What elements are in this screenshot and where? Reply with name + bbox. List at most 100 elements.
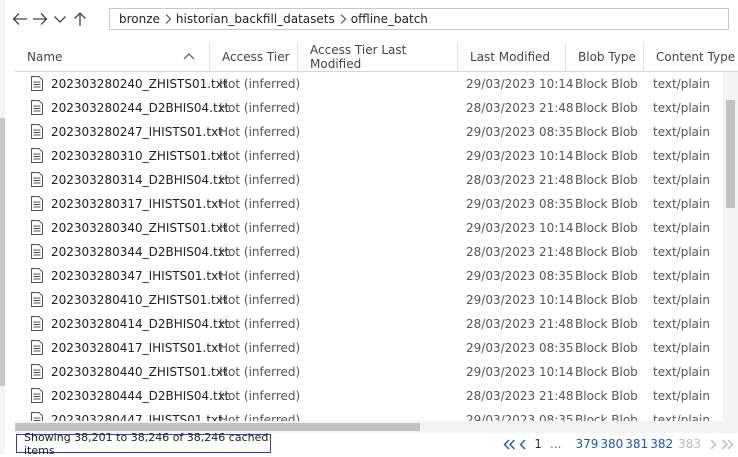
table-row[interactable]: 202303280240_ZHISTS01.txt Hot (inferred)… <box>15 72 723 96</box>
breadcrumb-separator[interactable] <box>160 13 176 25</box>
blob-type: Block Blob <box>575 341 638 355</box>
content-type: text/plain <box>653 221 710 235</box>
blob-type: Block Blob <box>575 173 638 187</box>
page-383-current: 383 <box>678 437 701 451</box>
page-1-link[interactable]: 1 <box>533 437 543 451</box>
prev-page-button[interactable] <box>516 439 530 450</box>
forward-button[interactable] <box>30 7 50 31</box>
status-text: Showing 38,201 to 38,246 of 38,246 cache… <box>16 431 271 457</box>
access-tier: Hot (inferred) <box>219 269 301 283</box>
access-tier: Hot (inferred) <box>219 101 301 115</box>
column-header-label: Name <box>27 50 63 64</box>
table-row[interactable]: 202303280444_D2BHIS04.txt Hot (inferred)… <box>15 384 723 408</box>
pagination: 1 ... 379 380 381 382 383 <box>502 435 734 453</box>
page-381-link[interactable]: 381 <box>624 437 649 451</box>
column-header-access-tier[interactable]: Access Tier <box>210 43 298 71</box>
access-tier: Hot (inferred) <box>219 149 301 163</box>
column-header-name[interactable]: Name <box>15 43 210 71</box>
file-name: 202303280444_D2BHIS04.txt <box>51 389 230 403</box>
table-row[interactable]: 202303280414_D2BHIS04.txt Hot (inferred)… <box>15 312 723 336</box>
file-name: 202303280244_D2BHIS04.txt <box>51 101 230 115</box>
file-icon <box>31 412 43 421</box>
last-modified: 29/03/2023 08:35 <box>466 197 574 211</box>
left-scroll-thumb[interactable] <box>0 118 5 386</box>
breadcrumb-separator[interactable] <box>335 13 351 25</box>
recent-locations-button[interactable] <box>50 7 70 31</box>
file-name: 202303280314_D2BHIS04.txt <box>51 173 230 187</box>
table-row[interactable]: 202303280440_ZHISTS01.txt Hot (inferred)… <box>15 360 723 384</box>
blob-list: 202303280240_ZHISTS01.txt Hot (inferred)… <box>15 72 723 421</box>
blob-type: Block Blob <box>575 317 638 331</box>
access-tier: Hot (inferred) <box>219 389 301 403</box>
table-row[interactable]: 202303280244_D2BHIS04.txt Hot (inferred)… <box>15 96 723 120</box>
breadcrumb[interactable]: bronze historian_backfill_datasets offli… <box>109 8 729 30</box>
up-button[interactable] <box>70 7 90 31</box>
last-modified: 28/03/2023 21:48 <box>466 389 574 403</box>
last-modified: 29/03/2023 10:14 <box>466 365 574 379</box>
content-type: text/plain <box>653 341 710 355</box>
table-row[interactable]: 202303280314_D2BHIS04.txt Hot (inferred)… <box>15 168 723 192</box>
content-type: text/plain <box>653 389 710 403</box>
access-tier: Hot (inferred) <box>219 125 301 139</box>
table-row[interactable]: 202303280347_IHISTS01.txt Hot (inferred)… <box>15 264 723 288</box>
access-tier: Hot (inferred) <box>219 245 301 259</box>
file-icon <box>31 196 43 211</box>
vertical-scrollbar[interactable] <box>723 72 738 421</box>
file-name: 202303280417_IHISTS01.txt <box>51 341 223 355</box>
file-name: 202303280347_IHISTS01.txt <box>51 269 223 283</box>
page-380-link[interactable]: 380 <box>599 437 624 451</box>
access-tier: Hot (inferred) <box>219 365 301 379</box>
table-row[interactable]: 202303280310_ZHISTS01.txt Hot (inferred)… <box>15 144 723 168</box>
back-button[interactable] <box>10 7 30 31</box>
column-header-content-type[interactable]: Content Type <box>644 43 738 71</box>
page-382-link[interactable]: 382 <box>649 437 674 451</box>
access-tier: Hot (inferred) <box>219 173 301 187</box>
last-modified: 29/03/2023 08:35 <box>466 341 574 355</box>
file-name: 202303280414_D2BHIS04.txt <box>51 317 230 331</box>
access-tier: Hot (inferred) <box>219 221 301 235</box>
breadcrumb-item-historian[interactable]: historian_backfill_datasets <box>176 12 335 26</box>
forward-arrow-icon <box>33 13 48 25</box>
vertical-scroll-thumb[interactable] <box>726 100 735 208</box>
first-page-button[interactable] <box>502 439 516 450</box>
table-row[interactable]: 202303280410_ZHISTS01.txt Hot (inferred)… <box>15 288 723 312</box>
column-header-label: Last Modified <box>470 50 551 64</box>
blob-type: Block Blob <box>575 101 638 115</box>
table-row[interactable]: 202303280344_D2BHIS04.txt Hot (inferred)… <box>15 240 723 264</box>
blob-type: Block Blob <box>575 125 638 139</box>
back-arrow-icon <box>12 13 27 25</box>
file-name: 202303280410_ZHISTS01.txt <box>51 293 228 307</box>
access-tier: Hot (inferred) <box>219 77 301 91</box>
last-modified: 29/03/2023 08:35 <box>466 413 574 421</box>
breadcrumb-chevron-icon <box>165 14 172 24</box>
next-page-icon <box>710 439 717 449</box>
blob-type: Block Blob <box>575 77 638 91</box>
breadcrumb-item-offline-batch[interactable]: offline_batch <box>351 12 428 26</box>
prev-page-icon <box>519 439 526 449</box>
left-scroll-strip[interactable] <box>0 0 5 454</box>
page-379-link[interactable]: 379 <box>574 437 599 451</box>
last-modified: 29/03/2023 10:14 <box>466 221 574 235</box>
access-tier: Hot (inferred) <box>219 197 301 211</box>
file-icon <box>31 172 43 187</box>
file-name: 202303280240_ZHISTS01.txt <box>51 77 228 91</box>
breadcrumb-chevron-icon <box>340 14 347 24</box>
table-row[interactable]: 202303280247_IHISTS01.txt Hot (inferred)… <box>15 120 723 144</box>
column-header-last-modified[interactable]: Last Modified <box>458 43 566 71</box>
last-modified: 28/03/2023 21:48 <box>466 173 574 187</box>
column-header-blob-type[interactable]: Blob Type <box>566 43 644 71</box>
table-row[interactable]: 202303280447_IHISTS01.txt Hot (inferred)… <box>15 408 723 421</box>
table-row[interactable]: 202303280417_IHISTS01.txt Hot (inferred)… <box>15 336 723 360</box>
table-row[interactable]: 202303280317_IHISTS01.txt Hot (inferred)… <box>15 192 723 216</box>
blob-type: Block Blob <box>575 269 638 283</box>
table-row[interactable]: 202303280340_ZHISTS01.txt Hot (inferred)… <box>15 216 723 240</box>
access-tier: Hot (inferred) <box>219 413 301 421</box>
file-name: 202303280344_D2BHIS04.txt <box>51 245 230 259</box>
column-header-access-tier-last-modified[interactable]: Access Tier Last Modified <box>298 43 458 71</box>
content-type: text/plain <box>653 101 710 115</box>
blob-type: Block Blob <box>575 245 638 259</box>
sort-up-icon <box>183 53 195 60</box>
breadcrumb-item-bronze[interactable]: bronze <box>119 12 160 26</box>
content-type: text/plain <box>653 365 710 379</box>
last-modified: 29/03/2023 10:14 <box>466 77 574 91</box>
